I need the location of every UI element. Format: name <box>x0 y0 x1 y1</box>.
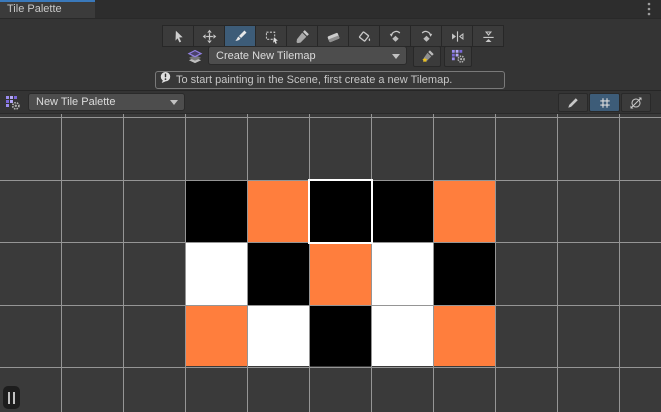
palette-tile-r2-c2[interactable] <box>310 306 371 366</box>
tilemap-layers-icon <box>185 49 205 64</box>
palette-tile-r1-c3[interactable] <box>372 243 433 305</box>
tool-button-pick[interactable] <box>287 26 317 46</box>
tool-button-paint[interactable] <box>225 26 255 46</box>
rotate-cw-icon <box>419 29 434 44</box>
pencil-icon <box>566 96 580 110</box>
palette-grid[interactable] <box>0 113 661 412</box>
palette-tile-r1-c4[interactable] <box>434 243 495 305</box>
palette-tile-r2-c0[interactable] <box>186 306 247 366</box>
toggle-grid-button[interactable] <box>589 93 620 112</box>
grid-line-horizontal <box>0 367 661 368</box>
info-message-box: To start painting in the Scene, first cr… <box>155 71 505 89</box>
palette-tile-r1-c0[interactable] <box>186 243 247 305</box>
box-select-icon <box>264 29 279 44</box>
eyedropper-star-icon <box>420 49 435 64</box>
kebab-menu-icon[interactable] <box>646 2 652 16</box>
palette-dropdown-value: New Tile Palette <box>36 96 115 108</box>
active-tilemap-dropdown[interactable]: Create New Tilemap <box>208 46 407 65</box>
tool-button-flip-y[interactable] <box>473 26 503 46</box>
gizmo-button[interactable] <box>621 93 651 112</box>
tool-button-rotate-cw[interactable] <box>411 26 441 46</box>
tab-label: Tile Palette <box>7 3 62 15</box>
grid-line-horizontal <box>0 117 661 118</box>
palette-tile-r0-c3[interactable] <box>372 181 433 242</box>
flip-horizontal-icon <box>450 29 465 44</box>
palette-tile-r0-c2[interactable] <box>310 181 371 242</box>
eyedropper-icon <box>295 29 310 44</box>
info-message-text: To start painting in the Scene, first cr… <box>176 74 452 86</box>
palette-tile-r2-c1[interactable] <box>248 306 309 366</box>
palette-tile-r0-c0[interactable] <box>186 181 247 242</box>
tool-button-box-fill[interactable] <box>256 26 286 46</box>
info-bubble-icon <box>159 71 172 89</box>
chevron-down-icon <box>170 100 178 105</box>
chevron-down-icon <box>392 54 400 59</box>
tile-palette-window: Tile Palette Create New Tilemap To start… <box>0 0 661 412</box>
gizmo-icon <box>629 96 643 110</box>
tile-palette-icon <box>5 95 22 111</box>
palette-tile-r1-c1[interactable] <box>248 243 309 305</box>
active-tilemap-value: Create New Tilemap <box>216 50 316 62</box>
tool-button-rotate-ccw[interactable] <box>380 26 410 46</box>
tilemap-settings-button[interactable] <box>444 46 472 67</box>
flip-vertical-icon <box>481 29 496 44</box>
tool-button-flip-x[interactable] <box>442 26 472 46</box>
palette-bar: New Tile Palette <box>0 90 661 113</box>
overlay-grip-handle[interactable] <box>3 386 20 409</box>
pick-new-brush-button[interactable] <box>413 46 441 67</box>
tool-button-erase[interactable] <box>318 26 348 46</box>
tab-tile-palette[interactable]: Tile Palette <box>0 0 95 18</box>
eraser-icon <box>326 29 341 44</box>
brush-icon <box>233 29 248 44</box>
tool-row <box>162 25 504 47</box>
tool-button-select[interactable] <box>163 26 193 46</box>
palette-tile-r0-c1[interactable] <box>248 181 309 242</box>
rotate-ccw-icon <box>388 29 403 44</box>
bucket-icon <box>357 29 372 44</box>
grid-icon <box>598 96 612 110</box>
palette-tile-r1-c2[interactable] <box>310 243 371 305</box>
toolbar: Create New Tilemap To start painting in … <box>0 18 661 90</box>
cursor-icon <box>171 29 186 44</box>
palette-tile-r2-c4[interactable] <box>434 306 495 366</box>
tilemap-settings-icon <box>451 49 466 64</box>
tool-button-fill[interactable] <box>349 26 379 46</box>
palette-dropdown[interactable]: New Tile Palette <box>28 93 185 111</box>
tool-button-move[interactable] <box>194 26 224 46</box>
edit-palette-button[interactable] <box>558 93 588 112</box>
palette-tile-r2-c3[interactable] <box>372 306 433 366</box>
tab-bar: Tile Palette <box>0 0 661 18</box>
move-icon <box>202 29 217 44</box>
palette-tile-r0-c4[interactable] <box>434 181 495 242</box>
